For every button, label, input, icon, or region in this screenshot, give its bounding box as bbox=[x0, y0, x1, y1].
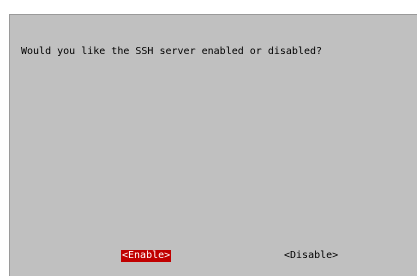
dialog-prompt: Would you like the SSH server enabled or… bbox=[21, 46, 323, 57]
ssh-config-dialog: Would you like the SSH server enabled or… bbox=[9, 14, 417, 276]
terminal-screen: Would you like the SSH server enabled or… bbox=[0, 0, 419, 278]
enable-button[interactable]: <Enable> bbox=[121, 250, 172, 262]
disable-button[interactable]: <Disable> bbox=[283, 250, 339, 262]
